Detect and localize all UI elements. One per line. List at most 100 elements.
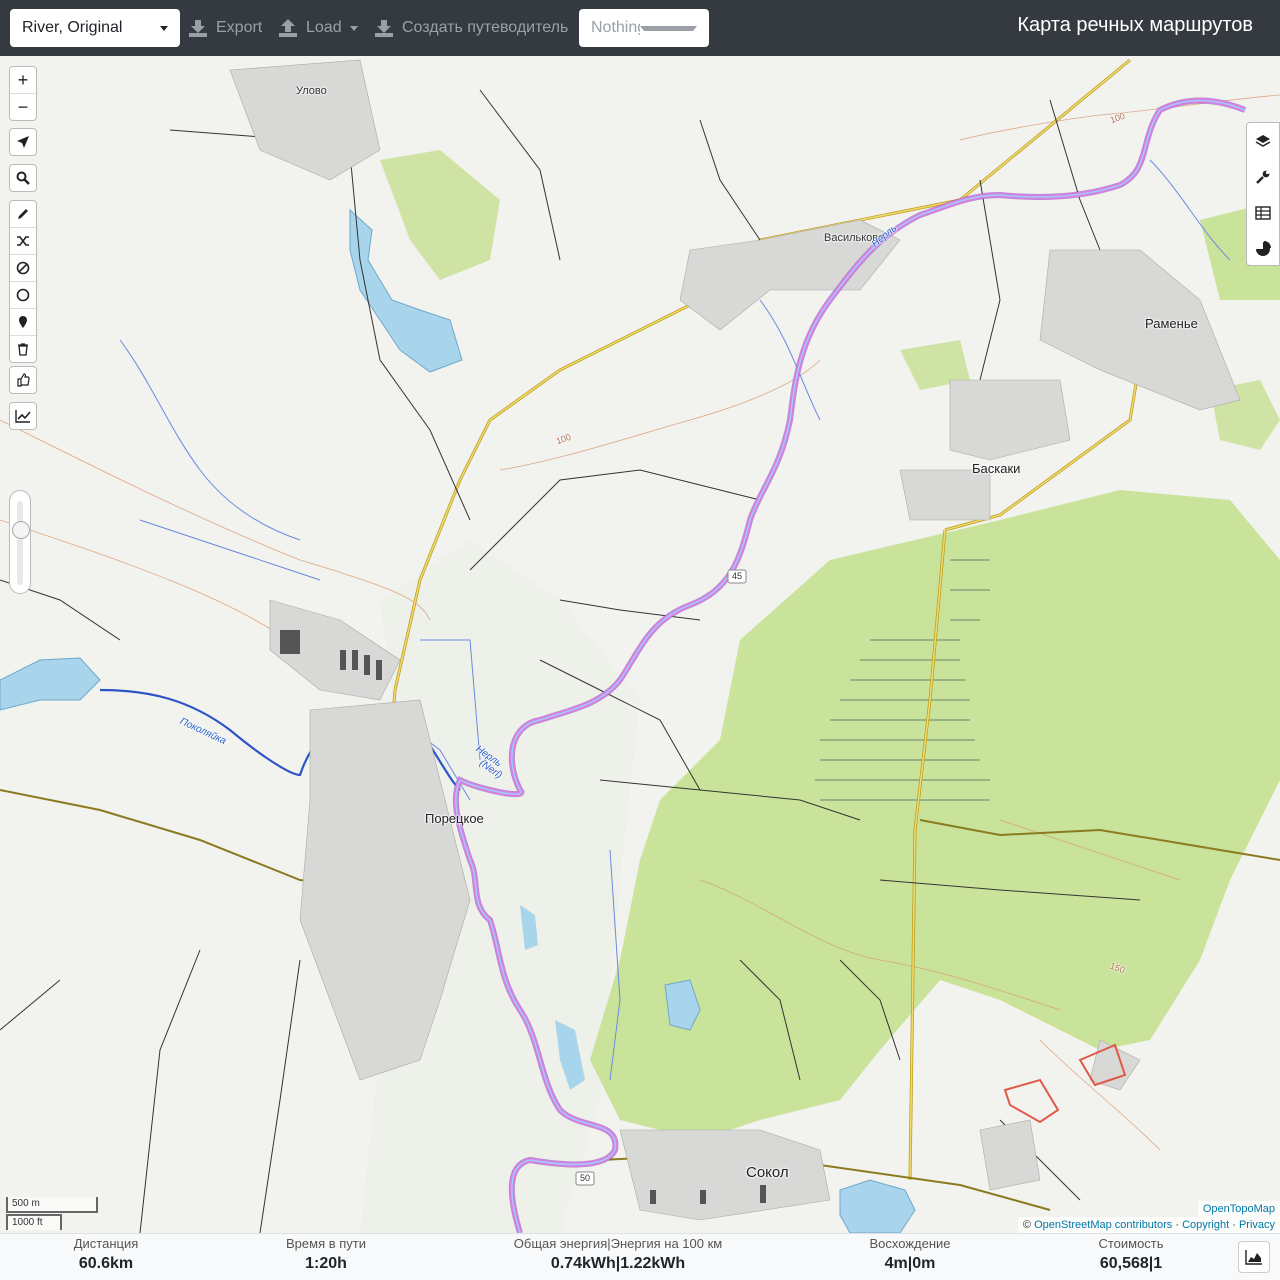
stat-descent-unit: m bbox=[921, 1255, 936, 1272]
chart-icon bbox=[15, 410, 31, 423]
shuffle-icon bbox=[17, 236, 29, 246]
attribution-separator: · bbox=[1232, 1219, 1236, 1231]
settings-button[interactable] bbox=[1247, 159, 1279, 195]
profile-select-value: River, Original bbox=[22, 19, 123, 36]
privacy-link[interactable]: Privacy bbox=[1239, 1219, 1275, 1231]
zoom-out-button[interactable]: − bbox=[10, 94, 36, 120]
right-control-panel bbox=[1246, 122, 1280, 266]
stat-time: Время в пути 1:20h bbox=[276, 1236, 376, 1273]
top-navbar: River, Original Export Load Создать путе… bbox=[0, 0, 1280, 56]
scale-metric: 500 m bbox=[6, 1197, 98, 1213]
table-button[interactable] bbox=[1247, 195, 1279, 231]
search-button[interactable] bbox=[10, 165, 36, 191]
stat-energy-unit: kWh bbox=[651, 1255, 686, 1272]
area-chart-icon bbox=[1245, 1250, 1262, 1265]
stat-energy: Общая энергия|Энергия на 100 км 0.74kWh|… bbox=[513, 1236, 723, 1272]
chevron-down-icon bbox=[160, 25, 168, 31]
chevron-down-icon bbox=[640, 25, 697, 31]
elevation-toggle-button[interactable] bbox=[10, 403, 36, 429]
place-label-ramenye: Раменье bbox=[1145, 316, 1198, 331]
place-label-sokol: Сокол bbox=[746, 1164, 789, 1181]
osm-contributors-link[interactable]: OpenStreetMap contributors bbox=[1034, 1219, 1172, 1231]
pencil-icon bbox=[18, 209, 28, 219]
chevron-down-icon bbox=[349, 25, 358, 31]
locate-icon bbox=[17, 136, 29, 148]
locate-button[interactable] bbox=[10, 129, 36, 155]
stat-energy-unit: kWh bbox=[581, 1255, 616, 1272]
place-label-baskaki: Баскаки bbox=[972, 461, 1021, 476]
draw-toolbar bbox=[9, 200, 37, 363]
profile-select[interactable]: River, Original bbox=[10, 9, 180, 47]
stat-distance-value: 60.6 bbox=[78, 1255, 110, 1272]
stat-energy-total: 0.74 bbox=[550, 1255, 582, 1272]
locate-control bbox=[9, 128, 37, 156]
map-canvas[interactable] bbox=[0, 56, 1280, 1233]
stat-ascent-value: 4 bbox=[884, 1255, 894, 1272]
stat-cost: Стоимость 60,568|1 bbox=[1086, 1236, 1176, 1273]
export-button[interactable]: Export bbox=[188, 9, 262, 47]
reverse-control bbox=[9, 366, 37, 394]
analysis-button[interactable] bbox=[1247, 231, 1279, 267]
draw-route-button[interactable] bbox=[10, 201, 36, 228]
stat-descent-value: 0 bbox=[912, 1255, 922, 1272]
stat-distance-label: Дистанция bbox=[73, 1236, 139, 1251]
no-entry-icon bbox=[16, 261, 30, 275]
shuffle-button[interactable] bbox=[10, 228, 36, 255]
copyright-link[interactable]: Copyright bbox=[1182, 1219, 1229, 1231]
stat-cost-value: 60,568 bbox=[1099, 1255, 1149, 1272]
attribution-separator: · bbox=[1175, 1219, 1179, 1231]
road-number-50: 50 bbox=[580, 1173, 591, 1183]
download-icon bbox=[375, 20, 393, 37]
stat-cost-label: Стоимость bbox=[1098, 1236, 1164, 1251]
slider-handle[interactable] bbox=[12, 521, 30, 539]
search-control bbox=[9, 164, 37, 192]
layers-button[interactable] bbox=[1247, 123, 1279, 159]
opentopomap-link[interactable]: OpenTopoMap bbox=[1203, 1203, 1275, 1215]
selection-dropdown[interactable]: Nothing selected bbox=[579, 9, 709, 47]
stat-energy-label-per100: Энергия на 100 км bbox=[610, 1236, 723, 1251]
thumbs-up-icon bbox=[17, 373, 30, 387]
delete-route-button[interactable] bbox=[10, 336, 36, 362]
attribution-bar: © OpenStreetMap contributors · Copyright… bbox=[1017, 1217, 1280, 1233]
wrench-icon bbox=[1256, 170, 1270, 184]
circle-area-button[interactable] bbox=[10, 282, 36, 309]
elevation-chart-button[interactable] bbox=[1238, 1241, 1270, 1273]
elevation-control bbox=[9, 402, 37, 430]
marker-icon bbox=[19, 316, 27, 328]
place-label-poretskoe: Порецкое bbox=[425, 811, 484, 826]
place-label-ulovo: Улово bbox=[296, 85, 327, 97]
scale-imperial: 1000 ft bbox=[6, 1214, 62, 1230]
stat-distance-unit: km bbox=[110, 1255, 134, 1272]
slider-track bbox=[17, 501, 23, 585]
pie-chart-icon bbox=[1256, 241, 1271, 256]
layers-icon bbox=[1255, 135, 1271, 147]
copyright-symbol: © bbox=[1022, 1219, 1032, 1231]
stat-distance: Дистанция 60.6km bbox=[60, 1236, 152, 1273]
app-title: Карта речных маршрутов bbox=[1017, 14, 1253, 36]
stat-cost-secondary: 1 bbox=[1153, 1255, 1163, 1272]
circle-icon bbox=[16, 288, 30, 302]
route-stats-bar: Дистанция 60.6km Время в пути 1:20h Обща… bbox=[0, 1233, 1280, 1280]
zoom-in-button[interactable]: + bbox=[10, 67, 36, 94]
opacity-slider[interactable] bbox=[9, 490, 31, 594]
stat-time-unit: h bbox=[337, 1255, 347, 1272]
selection-dropdown-value: Nothing selected bbox=[591, 19, 640, 36]
poi-button[interactable] bbox=[10, 309, 36, 336]
stat-time-value: 1:20 bbox=[305, 1255, 338, 1272]
reverse-route-button[interactable] bbox=[10, 367, 36, 393]
trash-icon bbox=[18, 343, 28, 356]
create-guide-label: Создать путеводитель bbox=[402, 19, 569, 36]
download-icon bbox=[189, 20, 207, 37]
map-view[interactable]: Улово Васильково Раменье Баскаки Порецко… bbox=[0, 56, 1280, 1233]
create-guide-button[interactable]: Создать путеводитель bbox=[374, 9, 568, 47]
export-label: Export bbox=[216, 19, 263, 36]
no-go-area-button[interactable] bbox=[10, 255, 36, 282]
load-button[interactable]: Load bbox=[278, 9, 358, 47]
stat-ascent: Восхождение 4m|0m bbox=[860, 1236, 960, 1273]
stat-energy-per100: 1.22 bbox=[620, 1255, 652, 1272]
stat-ascent-unit: m bbox=[893, 1255, 908, 1272]
stat-ascent-label: Восхождение bbox=[869, 1236, 951, 1251]
plus-icon: + bbox=[17, 69, 29, 90]
minus-icon: − bbox=[17, 96, 29, 117]
upload-icon bbox=[279, 19, 297, 37]
